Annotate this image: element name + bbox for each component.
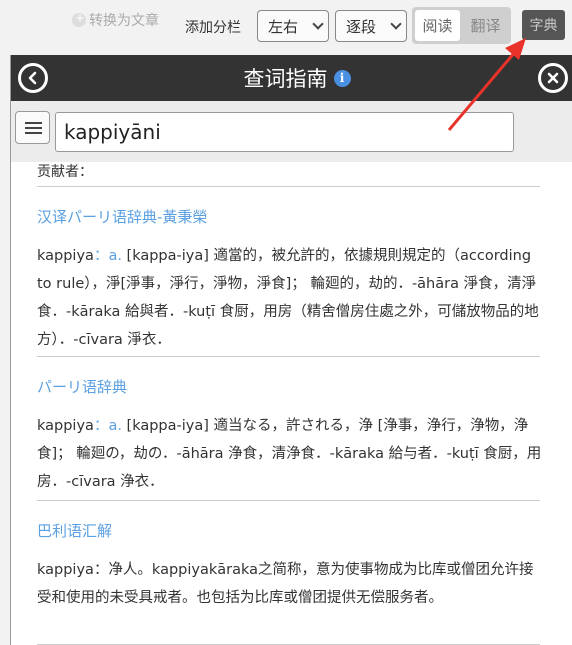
read-mode-button[interactable]: 阅读 <box>415 10 460 41</box>
close-button[interactable] <box>538 63 568 93</box>
divider <box>37 356 540 357</box>
close-circle-icon <box>547 72 559 84</box>
dictionary-entry: kappiya：a. [kappa-iya] 適當的，被允許的，依據規則規定的（… <box>37 242 542 354</box>
dictionary-entry: kappiya：a. [kappa-iya] 適当なる，許される，浄 [浄事，浄… <box>37 412 542 496</box>
search-input[interactable] <box>55 112 514 152</box>
panel-title-text: 查词指南 <box>243 67 328 91</box>
mode-toggle: 阅读 翻译 <box>412 7 511 44</box>
convert-to-article-button[interactable]: 转换为文章 <box>72 10 159 30</box>
entry-headword: kappiya <box>37 418 94 434</box>
list-menu-icon <box>25 122 42 124</box>
entry-colon: ： <box>93 248 109 264</box>
dictionary-title[interactable]: 巴利语汇解 <box>37 520 112 541</box>
top-toolbar: 转换为文章 添加分栏 左右 逐段 阅读 翻译 字典 <box>0 0 572 52</box>
dictionary-button[interactable]: 字典 <box>522 10 565 40</box>
dictionary-entry: kappiya：净人。kappiyakāraka之简称，意为使事物成为比库或僧团… <box>37 556 542 612</box>
entry-colon: ： <box>93 418 109 434</box>
panel-title: 查词指南 i <box>11 55 572 101</box>
entry-headword: kappiya <box>37 248 94 264</box>
dictionary-panel: 查词指南 i 贡献者： 汉译パーリ语辞典-黃秉榮 kappiya：a. [kap… <box>10 55 572 645</box>
list-menu-icon-line <box>25 127 42 129</box>
add-column-label: 添加分栏 <box>185 20 241 36</box>
divider <box>37 500 540 501</box>
paragraph-mode-value: 逐段 <box>346 17 377 36</box>
dictionary-title[interactable]: 汉译パーリ语辞典-黃秉榮 <box>37 206 207 227</box>
dictionary-results: 贡献者： 汉译パーリ语辞典-黃秉榮 kappiya：a. [kappa-iya]… <box>11 162 572 645</box>
list-menu-icon-line <box>25 132 42 134</box>
search-bar <box>11 101 572 162</box>
dictionary-title[interactable]: パーリ语辞典 <box>37 376 127 397</box>
entry-body: 净人。kappiyakāraka之简称，意为使事物成为比库或僧团允许接受和使用的… <box>37 562 534 606</box>
entry-pos: a. <box>108 248 122 264</box>
contributors-label: 贡献者： <box>37 164 93 180</box>
info-icon[interactable]: i <box>333 69 351 87</box>
paragraph-mode-select[interactable]: 逐段 <box>335 10 407 42</box>
back-circle-icon <box>28 71 37 85</box>
layout-select-value: 左右 <box>268 17 299 36</box>
entry-pos: a. <box>108 418 122 434</box>
layout-select[interactable]: 左右 <box>257 10 329 42</box>
chevron-down-icon <box>390 18 402 30</box>
panel-header: 查词指南 i <box>11 55 572 101</box>
list-menu-button[interactable] <box>15 111 50 144</box>
chevron-down-icon <box>312 18 324 30</box>
add-circle-icon <box>72 11 86 27</box>
entry-headword: kappiya <box>37 562 94 578</box>
back-button[interactable] <box>18 63 48 93</box>
translate-mode-button[interactable]: 翻译 <box>463 10 508 41</box>
entry-colon: ： <box>93 562 109 578</box>
convert-label: 转换为文章 <box>89 13 159 29</box>
divider <box>37 186 540 187</box>
